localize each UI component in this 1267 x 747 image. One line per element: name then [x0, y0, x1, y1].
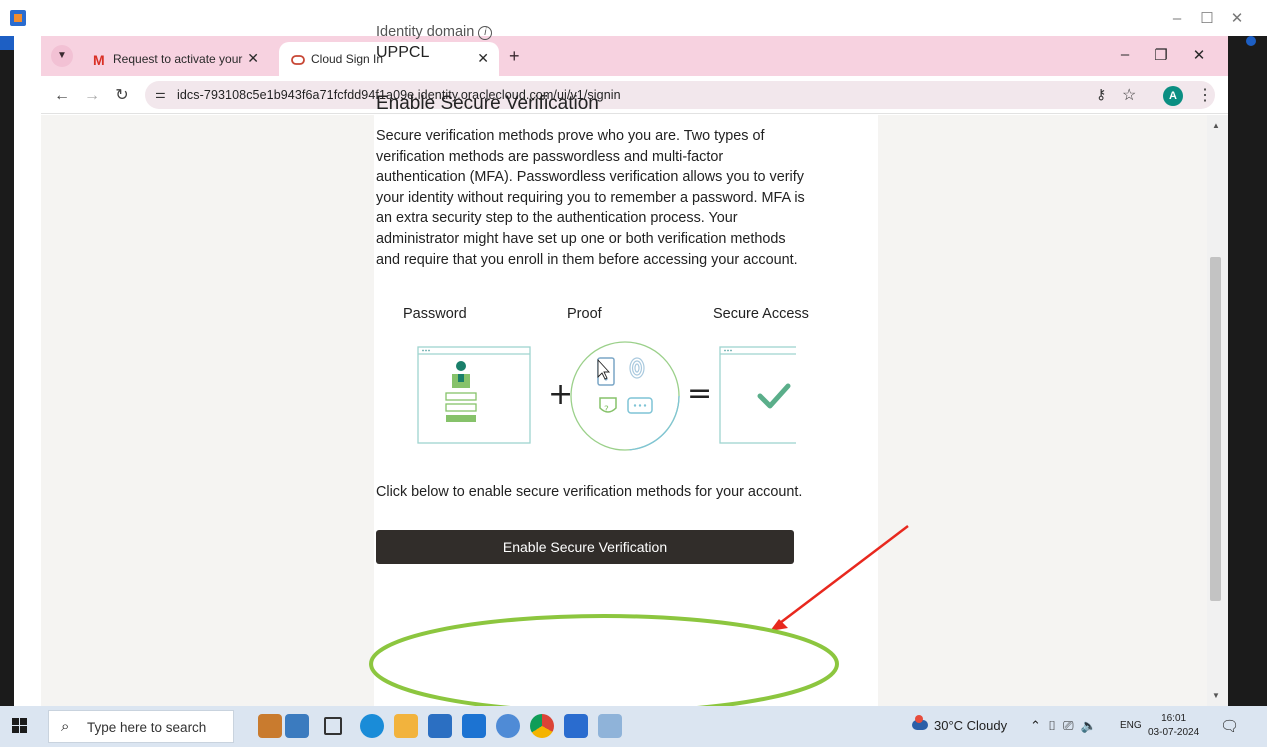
host-accent	[0, 36, 14, 50]
host-right-edge	[1228, 36, 1267, 706]
secure-access-label: Secure Access	[713, 306, 809, 322]
description-text: Secure verification methods prove who yo…	[376, 128, 805, 268]
svg-text:?: ?	[604, 405, 609, 415]
task-view-icon[interactable]	[324, 717, 342, 735]
file-explorer-icon[interactable]	[394, 714, 418, 738]
host-minimize-button[interactable]: –	[1162, 8, 1192, 30]
app-books-icon[interactable]	[258, 714, 282, 738]
host-left-edge	[0, 50, 14, 706]
notifications-icon[interactable]: 🗨	[1220, 717, 1239, 735]
verification-illustration: + ? =	[417, 341, 796, 451]
search-icon: ⌕	[61, 718, 70, 735]
close-tab-icon[interactable]: ✕	[477, 50, 489, 67]
secure-access-window-icon	[719, 346, 796, 444]
host-close-button[interactable]: ✕	[1222, 8, 1252, 30]
site-info-icon[interactable]: ⚌	[155, 87, 166, 101]
scroll-up-arrow-icon[interactable]: ▲	[1212, 121, 1220, 130]
address-bar[interactable]: ⚌ idcs-793108c5e1b943f6a71fcfdd94f1a09e.…	[145, 81, 1215, 109]
plus-icon: +	[548, 377, 573, 412]
identity-domain-value: UPPCL	[376, 44, 430, 61]
windows-start-icon[interactable]	[12, 718, 28, 734]
enable-secure-verification-button[interactable]: Enable Secure Verification	[376, 530, 794, 564]
edge-icon[interactable]	[360, 714, 384, 738]
weather-widget[interactable]: 30°C Cloudy	[912, 715, 1007, 733]
clock-date: 03-07-2024	[1148, 727, 1200, 738]
search-placeholder: Type here to search	[87, 720, 207, 735]
language-indicator[interactable]: ENG	[1120, 720, 1142, 731]
proof-label: Proof	[567, 306, 602, 322]
remote-desktop-icon[interactable]	[564, 714, 588, 738]
oracle-icon	[291, 52, 305, 68]
enable-instructions-text: Click below to enable secure verificatio…	[376, 484, 803, 500]
host-window-titlebar: – ☐ ✕	[0, 0, 1267, 36]
minimize-button[interactable]: –	[1110, 46, 1140, 68]
tab-search-button[interactable]: ▼	[51, 45, 73, 67]
taskbar-search-box[interactable]: ⌕ Type here to search	[48, 710, 234, 743]
clock[interactable]: 16:01 03-07-2024	[1148, 712, 1199, 740]
clock-time: 16:01	[1161, 713, 1187, 724]
chrome-profile-icon[interactable]	[496, 714, 520, 738]
taskbar: ⌕ Type here to search 30°C Cloudy ⌃ ⌷ ⎚ …	[0, 706, 1267, 747]
chrome-icon[interactable]	[530, 714, 554, 738]
host-maximize-button[interactable]: ☐	[1192, 8, 1222, 30]
password-window-icon	[417, 346, 531, 444]
password-key-icon[interactable]: ⚷	[1096, 86, 1106, 103]
page-title: Enable Secure Verification	[376, 93, 599, 114]
restore-button[interactable]: ❐	[1146, 46, 1176, 68]
scrollbar-thumb[interactable]	[1210, 257, 1221, 601]
host-accent-dot	[1246, 36, 1256, 46]
tab-label: Request to activate your user ID	[113, 52, 243, 66]
bookmark-star-icon[interactable]: ☆	[1122, 85, 1136, 105]
mail-icon[interactable]	[462, 714, 486, 738]
proof-circle-icon: ?	[570, 341, 680, 451]
menu-kebab-icon[interactable]: ⋮	[1197, 85, 1213, 105]
profile-avatar[interactable]: A	[1163, 86, 1183, 106]
system-tray-icons[interactable]: ⌃ ⌷ ⎚ 🔈	[1030, 718, 1097, 734]
close-tab-icon[interactable]: ✕	[247, 50, 259, 67]
scroll-down-arrow-icon[interactable]: ▼	[1212, 691, 1220, 700]
tab-strip: ▼ M Request to activate your user ID ✕ C…	[41, 36, 1228, 76]
tab-gmail[interactable]: M Request to activate your user ID ✕	[81, 42, 269, 76]
app-pinned-icon[interactable]	[285, 714, 309, 738]
store-icon[interactable]	[428, 714, 452, 738]
gmail-icon: M	[93, 52, 105, 68]
equals-icon: =	[687, 376, 712, 411]
browser-toolbar: ← → ↻ ⚌ idcs-793108c5e1b943f6a71fcfdd94f…	[41, 76, 1228, 114]
password-label: Password	[403, 306, 467, 322]
reload-icon[interactable]: ↻	[111, 85, 133, 107]
forward-arrow-icon[interactable]: →	[81, 85, 103, 107]
close-button[interactable]: ✕	[1184, 46, 1214, 68]
identity-domain-label: Identity domain i	[376, 24, 493, 40]
remote-app-icon	[10, 10, 26, 26]
weather-cloud-icon	[912, 715, 928, 730]
new-tab-button[interactable]: +	[509, 46, 520, 67]
info-icon[interactable]: i	[478, 26, 493, 40]
paint-icon[interactable]	[598, 714, 622, 738]
back-arrow-icon[interactable]: ←	[51, 85, 73, 107]
